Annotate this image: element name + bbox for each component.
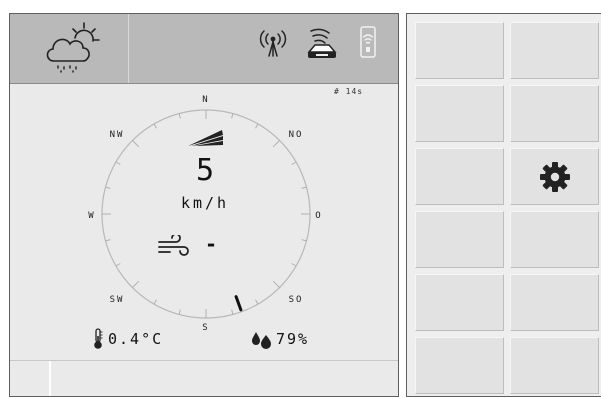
heading-arrow-icon: [188, 130, 223, 146]
compass-tick: [291, 263, 297, 267]
compass-tick: [272, 140, 280, 148]
compass-tick: [132, 140, 140, 148]
antenna-signal-icon: [259, 30, 287, 57]
function-button-r5c2[interactable]: [510, 274, 599, 331]
water-drops-icon: [252, 332, 271, 349]
wind-gust-value: -: [205, 232, 218, 256]
thermometer-icon: [94, 328, 103, 349]
compass-label-sw: SW: [110, 295, 125, 305]
compass-tick: [178, 309, 181, 315]
function-button-r5c1[interactable]: [415, 274, 504, 331]
compass-tick: [231, 309, 234, 315]
wind-icon: [158, 235, 189, 256]
function-button-r2c2[interactable]: [510, 85, 599, 142]
compass-tick: [153, 299, 157, 305]
compass-label-no: NO: [289, 130, 304, 140]
compass-tick: [178, 113, 181, 119]
compass-ticks: [102, 110, 310, 318]
compass-label-o: O: [315, 211, 322, 221]
compass-tick: [231, 113, 234, 119]
settings-button[interactable]: [510, 148, 599, 205]
wifi-box-icon: [360, 26, 376, 58]
temperature-value: 0.4°C: [108, 330, 164, 348]
header-divider: [128, 14, 129, 83]
gps-device-icon: [307, 28, 337, 58]
bottom-divider: [10, 360, 398, 361]
function-button-r2c1[interactable]: [415, 85, 504, 142]
function-button-r6c1[interactable]: [415, 337, 504, 394]
compass-label-n: N: [202, 95, 209, 105]
compass-tick: [272, 280, 280, 288]
weather-header: [10, 14, 398, 84]
function-button-r4c1[interactable]: [415, 211, 504, 268]
compass-tick: [301, 239, 307, 242]
compass-tick: [291, 161, 297, 165]
compass-tick: [255, 123, 259, 129]
humidity-value: 79%: [276, 330, 310, 348]
compass-label-s: S: [202, 323, 209, 333]
gear-icon: [540, 162, 570, 192]
function-button-r1c1[interactable]: [415, 22, 504, 79]
bottom-cursor-marker: [49, 361, 51, 396]
function-button-r1c2[interactable]: [510, 22, 599, 79]
function-button-grid: [406, 13, 601, 397]
compass-tick: [301, 186, 307, 189]
wind-speed-value: 5: [195, 153, 215, 188]
function-button-r6c2[interactable]: [510, 337, 599, 394]
compass-tick: [115, 161, 121, 165]
compass-tick: [105, 186, 111, 189]
compass-label-nw: NW: [110, 130, 125, 140]
wind-speed-unit: km/h: [180, 194, 230, 212]
compass-tick: [115, 263, 121, 267]
compass-label-w: W: [88, 211, 95, 221]
compass-tick: [132, 280, 140, 288]
compass-tick: [255, 299, 259, 305]
compass-label-so: SO: [289, 295, 304, 305]
data-age-indicator: # 14s: [334, 87, 364, 96]
function-button-r3c1[interactable]: [415, 148, 504, 205]
weather-panel: N NO O SO S SW W NW # 14s 5 km/h - 0.4°C: [9, 13, 399, 397]
wind-direction-marker: [234, 295, 243, 312]
compass-tick: [153, 123, 157, 129]
cloud-sun-rain-icon: [46, 22, 100, 73]
compass-tick: [105, 239, 111, 242]
function-button-r4c2[interactable]: [510, 211, 599, 268]
